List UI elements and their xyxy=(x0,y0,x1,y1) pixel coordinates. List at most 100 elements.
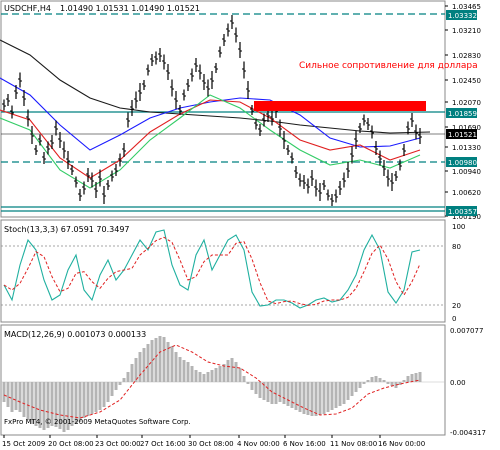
macd-hist-bar xyxy=(10,382,14,412)
macd-hist-bar xyxy=(214,368,218,382)
stoch-axis: 100 80 20 0 xyxy=(452,223,465,323)
macd-hist-bar xyxy=(102,382,106,407)
macd-hist-bar xyxy=(210,370,214,382)
macd-hist-bar xyxy=(150,340,154,382)
macd-tick-label: 0.00 xyxy=(450,379,466,387)
macd-hist-bar xyxy=(374,376,378,382)
macd-hist-bar xyxy=(254,382,258,394)
macd-hist-bar xyxy=(362,382,366,384)
macd-hist-bar xyxy=(338,382,342,406)
macd-hist-bar xyxy=(170,346,174,382)
chart-canvas[interactable]: USDCHF,H4 1.01490 1.01531 1.01490 1.0152… xyxy=(0,0,500,450)
macd-hist-bar xyxy=(302,382,306,414)
macd-hist-bar xyxy=(266,382,270,402)
macd-hist-bar xyxy=(114,382,118,390)
time-tick-label: 30 Oct 08:00 xyxy=(188,440,234,448)
price-tick-label: 1.02450 xyxy=(452,77,481,85)
price-tick-label: 1.01330 xyxy=(452,144,481,152)
macd-hist-bar xyxy=(258,382,262,398)
stoch-tick-label: 0 xyxy=(452,315,456,323)
price-badge-label: 1.00357 xyxy=(448,208,477,216)
macd-hist-bar xyxy=(174,352,178,382)
macd-hist-bar xyxy=(366,380,370,382)
macd-hist-bar xyxy=(382,380,386,382)
macd-hist-bar xyxy=(298,382,302,412)
macd-hist-bar xyxy=(86,382,90,416)
macd-hist-bar xyxy=(402,380,406,382)
stoch-label: Stoch(13,3,3) 67.0591 70.3497 xyxy=(4,225,130,234)
price-axis: 1.034651.032101.028301.024501.020701.016… xyxy=(445,3,481,221)
macd-hist-bar xyxy=(198,372,202,382)
macd-hist-bar xyxy=(294,382,298,410)
macd-hist-bar xyxy=(98,382,102,410)
macd-hist-bar xyxy=(22,382,26,417)
macd-hist-bar xyxy=(290,382,294,408)
time-tick-label: 6 Nov 16:00 xyxy=(283,440,326,448)
macd-hist-bar xyxy=(282,382,286,404)
stoch-tick-label: 100 xyxy=(452,223,465,231)
macd-hist-bar xyxy=(90,382,94,414)
time-tick-label: 20 Oct 08:00 xyxy=(48,440,94,448)
resistance-annotation: Сильное сопротивление для доллара xyxy=(299,61,478,71)
macd-hist-bar xyxy=(222,364,226,382)
time-tick-label: 11 Nov 08:00 xyxy=(330,440,377,448)
price-badge-label: 1.01859 xyxy=(448,110,477,118)
macd-hist-bar xyxy=(314,382,318,416)
macd-hist-bar xyxy=(354,382,358,392)
macd-hist-bar xyxy=(6,382,10,407)
macd-hist-bar xyxy=(186,362,190,382)
macd-hist-bar xyxy=(270,382,274,404)
macd-hist-bar xyxy=(106,382,110,402)
macd-hist-bar xyxy=(2,382,6,402)
macd-hist-bar xyxy=(78,382,82,422)
macd-hist-bar xyxy=(218,366,222,382)
macd-hist-bar xyxy=(346,382,350,400)
macd-hist-bar xyxy=(126,372,130,382)
macd-hist-bar xyxy=(378,378,382,382)
main-price-chart[interactable] xyxy=(0,13,445,212)
macd-hist-bar xyxy=(242,376,246,382)
macd-hist-bar xyxy=(158,336,162,382)
macd-hist-bar xyxy=(370,377,374,382)
macd-hist-bar xyxy=(154,338,158,382)
stoch-tick-label: 20 xyxy=(452,302,461,310)
macd-hist-bar xyxy=(358,382,362,388)
macd-hist-bar xyxy=(226,360,230,382)
macd-hist-bar xyxy=(14,382,18,410)
macd-hist-bar xyxy=(250,382,254,390)
price-tick-label: 1.02830 xyxy=(452,52,481,60)
macd-hist-bar xyxy=(122,378,126,382)
macd-axis: 0.007077 0.00 -0.004317 xyxy=(450,327,486,437)
macd-hist-bar xyxy=(286,382,290,406)
macd-hist-bar xyxy=(230,358,234,382)
macd-tick-label: -0.004317 xyxy=(450,429,486,437)
stochastic-panel[interactable] xyxy=(1,229,445,309)
macd-hist-bar xyxy=(350,382,354,396)
macd-hist-bar xyxy=(334,382,338,408)
price-badge-label: 1.00980 xyxy=(448,159,477,167)
price-tick-label: 1.00620 xyxy=(452,189,481,197)
ohlc-readout: 1.01490 1.01531 1.01490 1.01521 xyxy=(60,4,200,13)
macd-hist-bar xyxy=(406,376,410,382)
macd-hist-bar xyxy=(234,362,238,382)
price-tick-label: 1.02070 xyxy=(452,99,481,107)
macd-hist-bar xyxy=(322,382,326,414)
copyright-text: FxPro MT4, © 2001-2009 MetaQuotes Softwa… xyxy=(4,418,191,426)
macd-hist-bar xyxy=(142,348,146,382)
macd-label: MACD(12,26,9) 0.001073 0.000133 xyxy=(4,330,146,339)
mt4-chart-window[interactable]: USDCHF,H4 1.01490 1.01531 1.01490 1.0152… xyxy=(0,0,500,450)
macd-hist-bar xyxy=(206,372,210,382)
price-tick-label: 1.03465 xyxy=(452,3,481,11)
macd-hist-bar xyxy=(182,360,186,382)
macd-tick-label: 0.007077 xyxy=(450,327,483,335)
time-tick-label: 23 Oct 00:00 xyxy=(95,440,141,448)
time-tick-label: 27 Oct 16:00 xyxy=(140,440,186,448)
macd-hist-bar xyxy=(386,382,390,384)
stoch-tick-label: 80 xyxy=(452,243,461,251)
macd-hist-bar xyxy=(146,344,150,382)
macd-hist-bar xyxy=(178,357,182,382)
symbol-header: USDCHF,H4 xyxy=(4,4,51,13)
macd-hist-bar xyxy=(306,382,310,415)
macd-hist-bar xyxy=(130,364,134,382)
price-badge-label: 1.03332 xyxy=(448,12,477,20)
